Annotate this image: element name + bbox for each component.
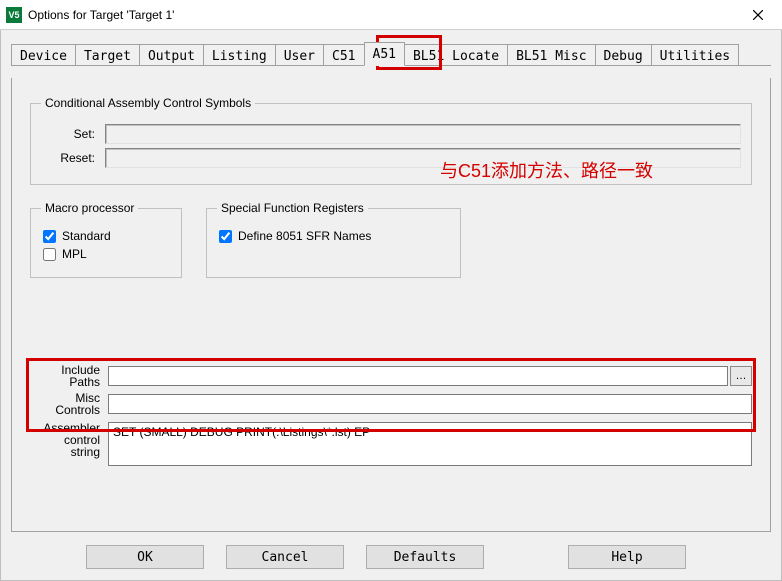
close-icon (753, 10, 763, 20)
group-sfr: Special Function Registers Define 8051 S… (206, 201, 461, 278)
tab-debug[interactable]: Debug (595, 44, 652, 66)
group-conditional-assembly: Conditional Assembly Control Symbols Set… (30, 96, 752, 185)
define-sfr-checkbox-row[interactable]: Define 8051 SFR Names (217, 229, 450, 243)
lower-fields: Include Paths … Misc Controls Assembler … (30, 360, 752, 470)
standard-checkbox-row[interactable]: Standard (41, 229, 171, 243)
group-macro-legend: Macro processor (41, 201, 138, 215)
cancel-button[interactable]: Cancel (226, 545, 344, 569)
group-macro-processor: Macro processor Standard MPL (30, 201, 182, 278)
close-button[interactable] (735, 1, 780, 29)
tab-a51[interactable]: A51 (364, 42, 405, 66)
group-sfr-legend: Special Function Registers (217, 201, 368, 215)
group-conditional-assembly-legend: Conditional Assembly Control Symbols (41, 96, 255, 110)
include-paths-label: Include Paths (30, 364, 108, 388)
tab-strip: Device Target Output Listing User C51 A5… (1, 30, 781, 66)
defaults-button[interactable]: Defaults (366, 545, 484, 569)
include-paths-input[interactable] (108, 366, 728, 386)
define-sfr-checkbox[interactable] (219, 230, 232, 243)
app-icon: V5 (6, 7, 22, 23)
reset-label: Reset: (41, 151, 95, 165)
tab-listing[interactable]: Listing (203, 44, 276, 66)
set-input[interactable] (105, 124, 741, 144)
include-paths-browse-button[interactable]: … (730, 366, 752, 386)
mpl-label: MPL (62, 247, 87, 261)
assembler-control-string-label: Assembler control string (30, 422, 108, 458)
dialog-client: Device Target Output Listing User C51 A5… (0, 30, 782, 581)
window-title: Options for Target 'Target 1' (28, 8, 735, 22)
assembler-control-string (108, 422, 752, 466)
mpl-checkbox[interactable] (43, 248, 56, 261)
standard-checkbox[interactable] (43, 230, 56, 243)
ok-button[interactable]: OK (86, 545, 204, 569)
mpl-checkbox-row[interactable]: MPL (41, 247, 171, 261)
misc-controls-label: Misc Controls (30, 392, 108, 416)
button-bar: OK Cancel Defaults Help (1, 534, 781, 580)
tab-page-a51: Conditional Assembly Control Symbols Set… (11, 78, 771, 532)
help-button[interactable]: Help (568, 545, 686, 569)
reset-input[interactable] (105, 148, 741, 168)
tab-bl51-locate[interactable]: BL51 Locate (404, 44, 508, 66)
misc-controls-input[interactable] (108, 394, 752, 414)
tab-output[interactable]: Output (139, 44, 204, 66)
define-sfr-label: Define 8051 SFR Names (238, 229, 371, 243)
set-label: Set: (41, 127, 95, 141)
tab-device[interactable]: Device (11, 44, 76, 66)
tab-user[interactable]: User (275, 44, 324, 66)
tab-target[interactable]: Target (75, 44, 140, 66)
tab-c51[interactable]: C51 (323, 44, 364, 66)
tab-utilities[interactable]: Utilities (651, 44, 739, 66)
titlebar: V5 Options for Target 'Target 1' (0, 0, 782, 30)
tab-bl51-misc[interactable]: BL51 Misc (507, 44, 595, 66)
ellipsis-icon: … (736, 370, 747, 382)
standard-label: Standard (62, 229, 111, 243)
